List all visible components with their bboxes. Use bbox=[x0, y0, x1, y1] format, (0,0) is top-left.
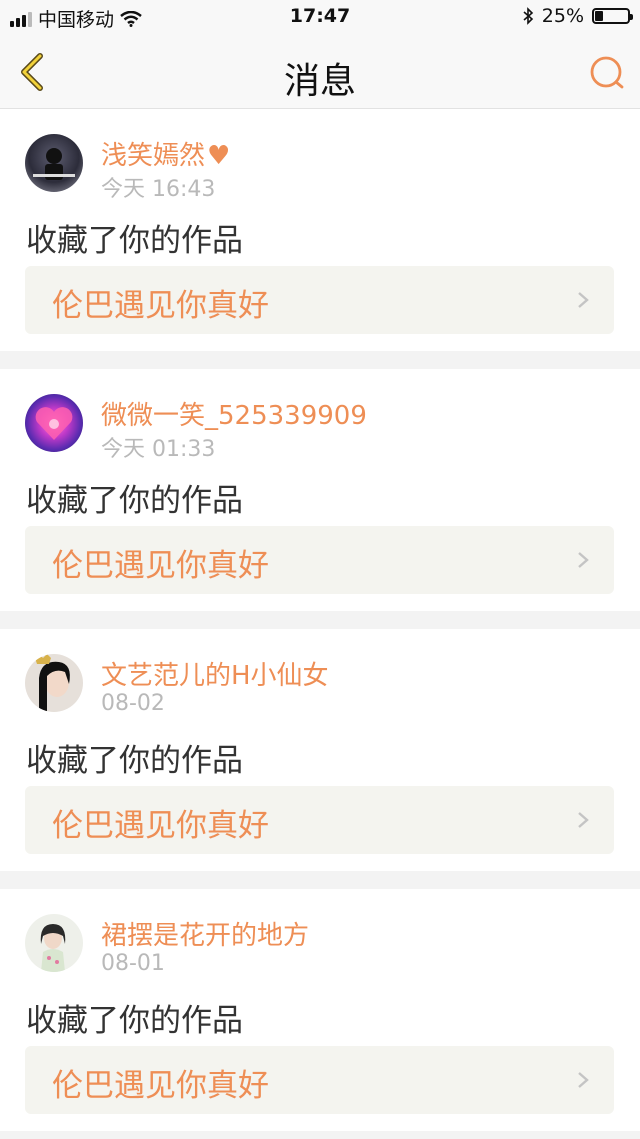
avatar-image bbox=[33, 148, 75, 180]
work-link[interactable]: 伦巴遇见你真好 bbox=[25, 266, 614, 334]
work-title: 伦巴遇见你真好 bbox=[52, 1068, 269, 1104]
message-time: 今天 16:43 bbox=[101, 177, 216, 202]
status-right: 25% bbox=[522, 5, 633, 27]
avatar[interactable] bbox=[25, 654, 83, 712]
message-action: 收藏了你的作品 bbox=[26, 743, 243, 779]
username[interactable]: 裙摆是花开的地方 bbox=[101, 915, 309, 952]
message-card: 浅笑嫣然♥ 今天 16:43 收藏了你的作品 伦巴遇见你真好 bbox=[0, 109, 640, 351]
avatar-image bbox=[35, 654, 70, 712]
work-link[interactable]: 伦巴遇见你真好 bbox=[25, 786, 614, 854]
username-text: 文艺范儿的H小仙女 bbox=[101, 661, 329, 691]
username[interactable]: 浅笑嫣然♥ bbox=[101, 135, 230, 172]
work-title: 伦巴遇见你真好 bbox=[52, 548, 269, 584]
avatar-image bbox=[35, 407, 73, 440]
avatar[interactable] bbox=[25, 914, 83, 972]
message-card: 微微一笑_525339909 今天 01:33 收藏了你的作品 伦巴遇见你真好 bbox=[0, 369, 640, 611]
message-card: 文艺范儿的H小仙女 08-02 收藏了你的作品 伦巴遇见你真好 bbox=[0, 629, 640, 871]
message-action: 收藏了你的作品 bbox=[26, 223, 243, 259]
message-time: 08-01 bbox=[101, 951, 165, 976]
username-text: 微微一笑_525339909 bbox=[101, 401, 367, 431]
username[interactable]: 微微一笑_525339909 bbox=[101, 395, 367, 432]
chevron-right-icon bbox=[578, 1072, 589, 1088]
message-card: 裙摆是花开的地方 08-01 收藏了你的作品 伦巴遇见你真好 bbox=[0, 889, 640, 1131]
message-time: 08-02 bbox=[101, 691, 165, 716]
chevron-right-icon bbox=[578, 292, 589, 308]
chevron-right-icon bbox=[578, 812, 589, 828]
work-link[interactable]: 伦巴遇见你真好 bbox=[25, 1046, 614, 1114]
bluetooth-icon bbox=[523, 7, 533, 25]
avatar-image bbox=[40, 924, 66, 972]
avatar[interactable] bbox=[25, 134, 83, 192]
message-action: 收藏了你的作品 bbox=[26, 1003, 243, 1039]
battery-icon bbox=[592, 8, 633, 24]
message-list: 浅笑嫣然♥ 今天 16:43 收藏了你的作品 伦巴遇见你真好 微微一笑_5253… bbox=[0, 109, 640, 1131]
message-time: 今天 01:33 bbox=[101, 437, 216, 462]
work-link[interactable]: 伦巴遇见你真好 bbox=[25, 526, 614, 594]
username-text: 裙摆是花开的地方 bbox=[101, 921, 310, 951]
work-title: 伦巴遇见你真好 bbox=[52, 808, 269, 844]
username[interactable]: 文艺范儿的H小仙女 bbox=[101, 655, 329, 692]
status-bar: 中国移动 17:47 25% bbox=[0, 0, 640, 34]
message-action: 收藏了你的作品 bbox=[26, 483, 243, 519]
nav-bar: 消息 bbox=[0, 34, 640, 109]
avatar[interactable] bbox=[25, 394, 83, 452]
search-icon[interactable] bbox=[588, 54, 626, 92]
battery-percent: 25% bbox=[541, 5, 584, 27]
chevron-right-icon bbox=[578, 552, 589, 568]
battery-fill bbox=[595, 11, 603, 21]
heart-icon: ♥ bbox=[207, 141, 231, 171]
work-title: 伦巴遇见你真好 bbox=[52, 288, 269, 324]
username-text: 浅笑嫣然 bbox=[101, 141, 206, 171]
page-title: 消息 bbox=[283, 61, 356, 102]
